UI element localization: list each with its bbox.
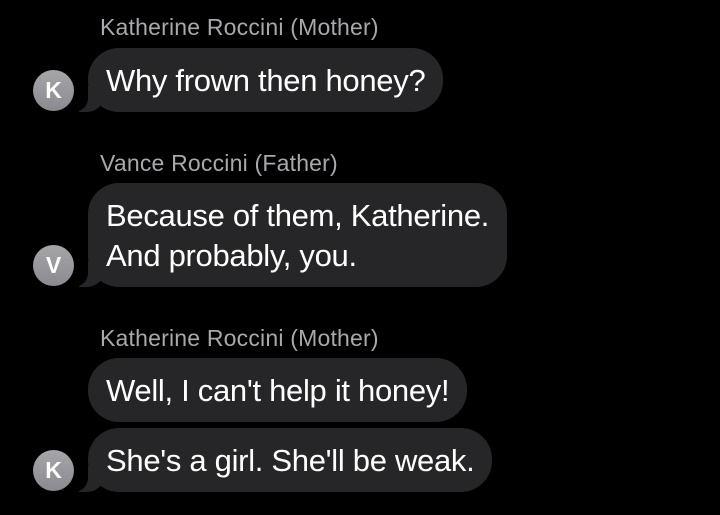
message-text: Why frown then honey? <box>106 63 426 98</box>
message-bubble[interactable]: Because of them, Katherine. And probably… <box>88 183 508 287</box>
message-text: Because of them, Katherine. <box>106 198 490 233</box>
message-text: And probably, you. <box>106 238 357 273</box>
message-text: Well, I can't help it honey! <box>106 373 450 408</box>
avatar[interactable]: K <box>33 450 74 491</box>
message-bubble[interactable]: She's a girl. She'll be weak. <box>88 428 493 492</box>
message-bubble[interactable]: Well, I can't help it honey! <box>88 358 468 422</box>
avatar[interactable]: K <box>33 70 74 111</box>
bubble-tail <box>67 462 103 492</box>
avatar[interactable]: V <box>33 245 74 286</box>
message-bubble[interactable]: Why frown then honey? <box>88 48 444 112</box>
sender-name: Katherine Roccini (Mother) <box>100 14 379 40</box>
message-text: She's a girl. She'll be weak. <box>106 443 475 478</box>
bubble-tail <box>67 257 103 287</box>
sender-name: Vance Roccini (Father) <box>100 150 338 176</box>
sender-name: Katherine Roccini (Mother) <box>100 325 379 351</box>
bubble-tail <box>67 82 103 112</box>
